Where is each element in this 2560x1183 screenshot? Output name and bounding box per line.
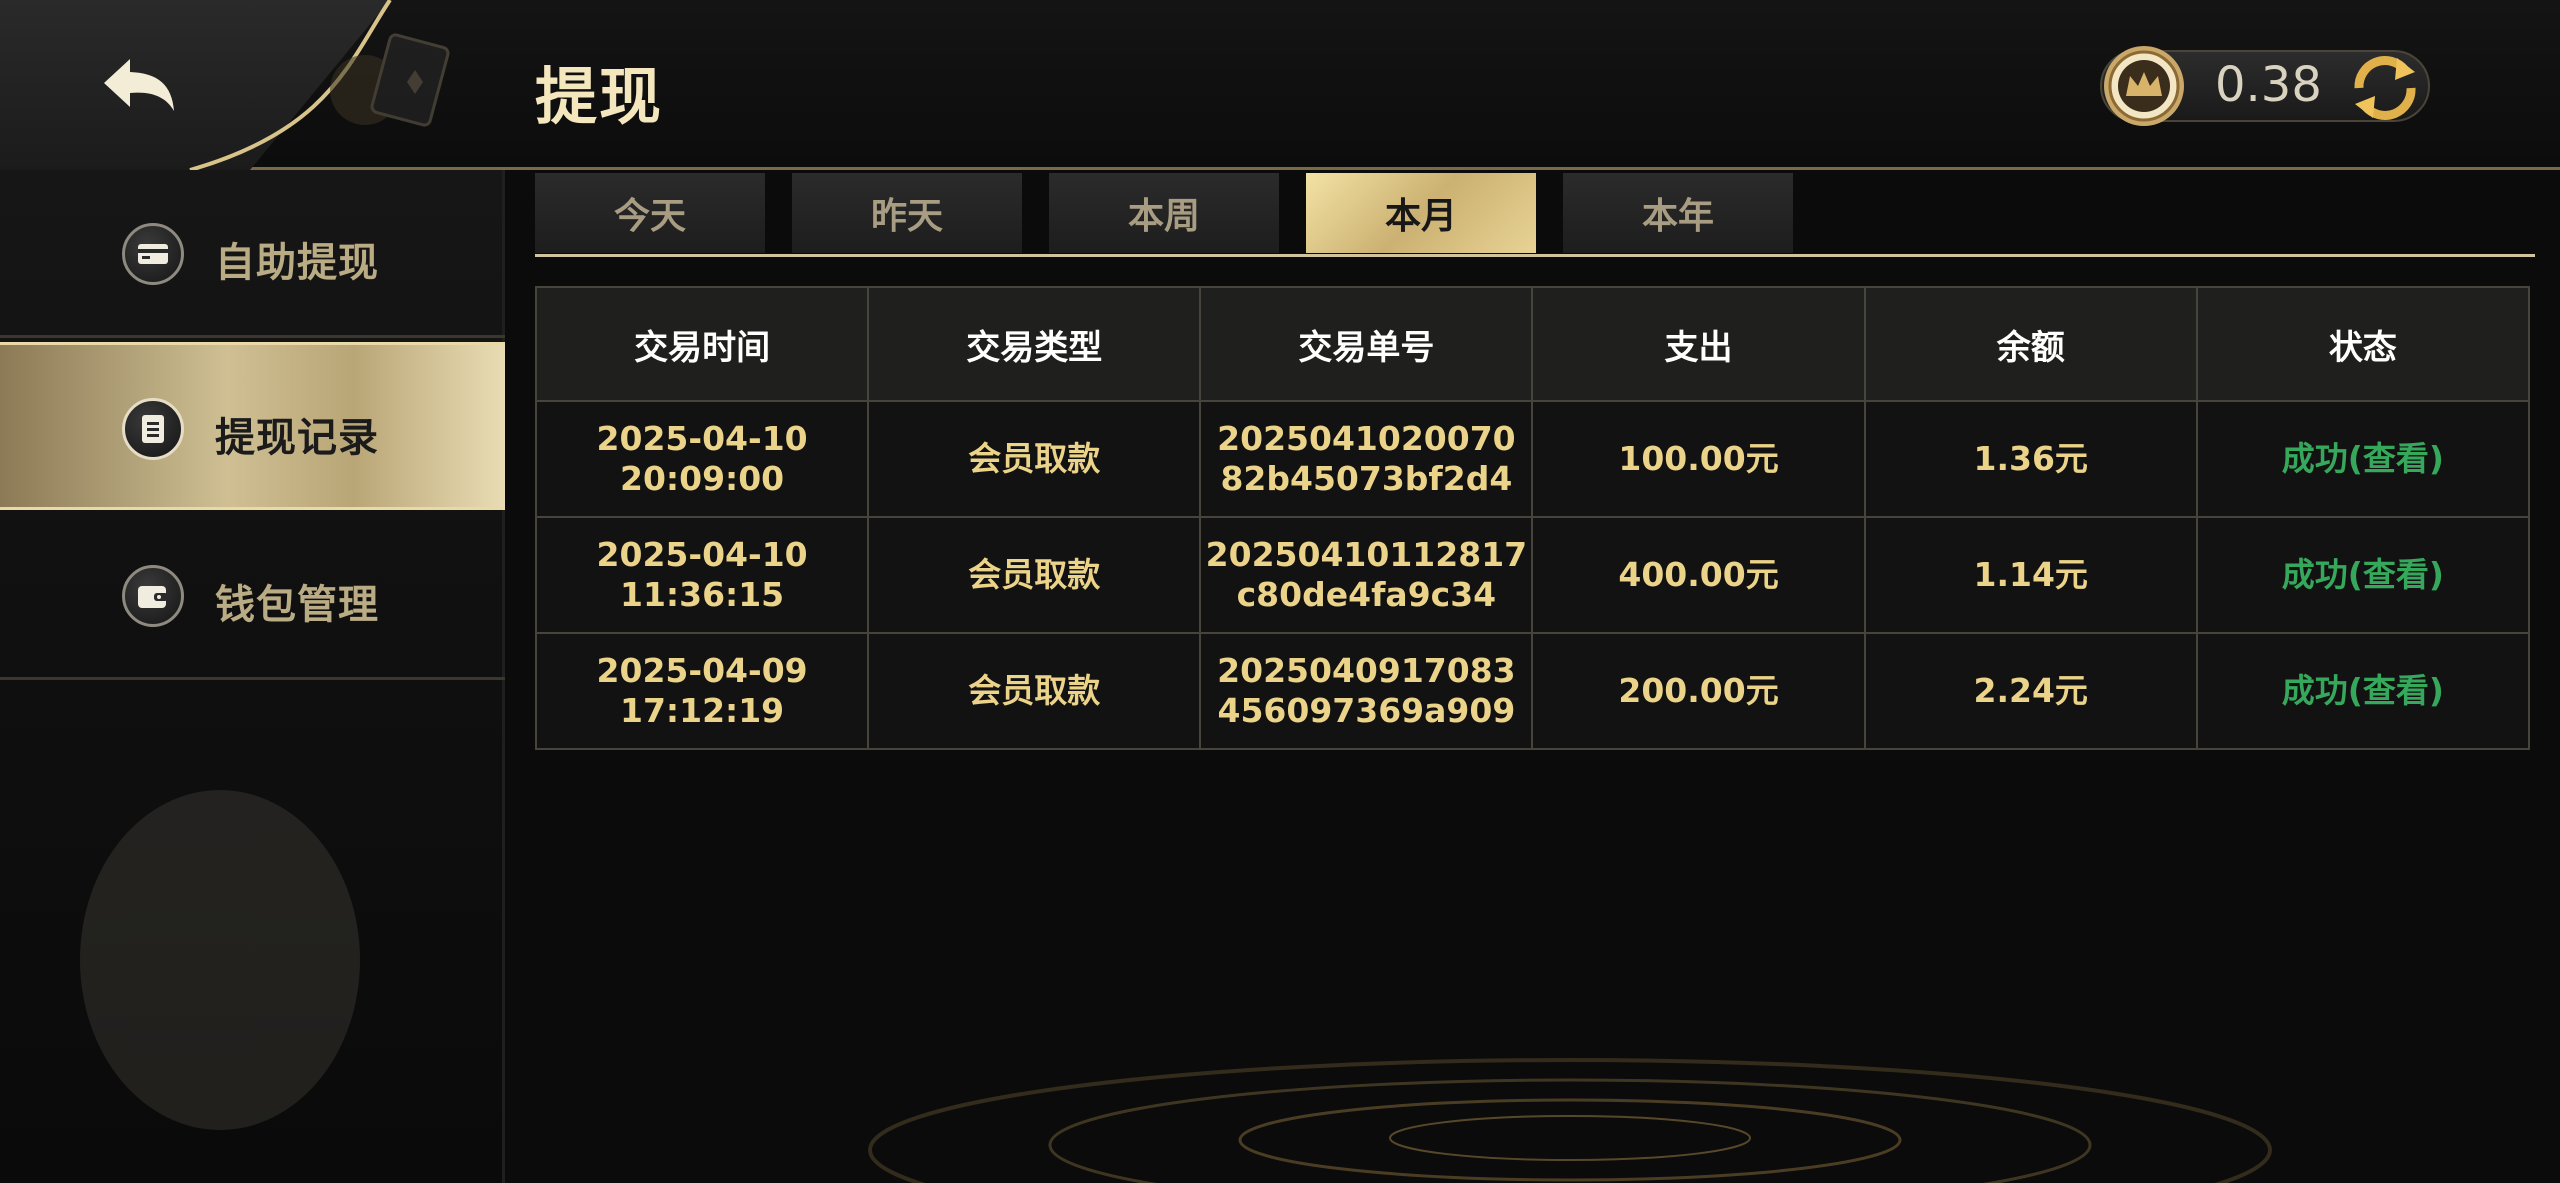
cell-order-part: 456097369a909: [1217, 691, 1516, 730]
column-header-time: 交易时间: [534, 286, 870, 402]
tab-yesterday[interactable]: 昨天: [792, 173, 1022, 253]
tab-today[interactable]: 今天: [535, 173, 765, 253]
cell-order-part: 20250410112817: [1205, 535, 1528, 574]
cell-order-part: 2025040917083: [1217, 651, 1516, 690]
cell-clock: 17:12:19: [619, 691, 785, 730]
status-view-link[interactable]: 成功(查看): [2195, 632, 2531, 750]
sidebar: 自助提现 提现记录 钱包管理: [0, 170, 505, 1183]
cell-date: 2025-04-09: [596, 651, 808, 690]
record-icon: [122, 398, 184, 460]
table-header-row: 交易时间 交易类型 交易单号 支出 余额 状态: [534, 286, 2531, 402]
cell-order: 2025040917083 456097369a909: [1199, 632, 1534, 750]
cell-clock: 20:09:00: [619, 459, 785, 498]
cell-type: 会员取款: [867, 632, 1202, 750]
cell-date: 2025-04-10: [596, 535, 808, 574]
column-header-amount: 支出: [1531, 286, 1866, 402]
refresh-button[interactable]: [2345, 50, 2425, 126]
column-header-type: 交易类型: [867, 286, 1202, 402]
period-tabs: 今天 昨天 本周 本月 本年: [535, 170, 2535, 260]
cell-clock: 11:36:15: [619, 575, 785, 614]
sidebar-item-withdraw-records[interactable]: 提现记录: [0, 342, 505, 510]
column-header-balance: 余额: [1863, 286, 2198, 402]
cell-type: 会员取款: [867, 400, 1202, 518]
cell-order-part: 82b45073bf2d4: [1220, 459, 1513, 498]
back-arrow-icon: [104, 59, 174, 111]
sidebar-item-label: 钱包管理: [215, 582, 379, 628]
status-view-link[interactable]: 成功(查看): [2195, 516, 2531, 634]
page-title: 提现: [535, 60, 664, 133]
tab-this-month[interactable]: 本月: [1306, 173, 1536, 253]
status-view-link[interactable]: 成功(查看): [2195, 400, 2531, 518]
cell-time: 2025-04-10 11:36:15: [534, 516, 870, 634]
cell-order-part: c80de4fa9c34: [1236, 575, 1497, 614]
wallet-icon: [122, 565, 184, 627]
character-watermark-icon: [80, 790, 360, 1130]
header: 提现 0.38: [0, 0, 2560, 170]
cell-order: 2025041020070 82b45073bf2d4: [1199, 400, 1534, 518]
sidebar-item-label: 提现记录: [215, 415, 379, 461]
cell-balance: 1.14元: [1863, 516, 2198, 634]
table-row: 2025-04-10 11:36:15 会员取款 20250410112817 c8…: [534, 516, 2531, 634]
cell-amount: 200.00元: [1531, 632, 1866, 750]
sidebar-item-wallet-manage[interactable]: 钱包管理: [0, 512, 505, 680]
crown-coin-icon: [2104, 46, 2184, 126]
floor-ring-decor: [868, 1058, 2272, 1183]
column-header-status: 状态: [2195, 286, 2531, 402]
cell-balance: 2.24元: [1863, 632, 2198, 750]
cell-balance: 1.36元: [1863, 400, 2198, 518]
card-icon: [122, 223, 184, 285]
cell-order-part: 2025041020070: [1217, 419, 1516, 458]
table-row: 2025-04-09 17:12:19 会员取款 2025040917083 456…: [534, 632, 2531, 750]
column-header-order: 交易单号: [1199, 286, 1534, 402]
cell-time: 2025-04-10 20:09:00: [534, 400, 870, 518]
cell-order: 20250410112817 c80de4fa9c34: [1199, 516, 1534, 634]
cell-type: 会员取款: [867, 516, 1202, 634]
table-row: 2025-04-10 20:09:00 会员取款 2025041020070 82b…: [534, 400, 2531, 518]
cell-amount: 400.00元: [1531, 516, 1866, 634]
tab-this-year[interactable]: 本年: [1563, 173, 1793, 253]
withdraw-records-table: 交易时间 交易类型 交易单号 支出 余额 状态 2025-04-10 20:09:…: [534, 286, 2531, 750]
tabs-underline: [535, 254, 2535, 257]
tab-this-week[interactable]: 本周: [1049, 173, 1279, 253]
balance-amount: 0.38: [2215, 57, 2322, 113]
sidebar-item-self-withdraw[interactable]: 自助提现: [0, 170, 505, 338]
back-button[interactable]: [90, 45, 190, 125]
refresh-icon: [2354, 56, 2416, 120]
cell-date: 2025-04-10: [596, 419, 808, 458]
cell-amount: 100.00元: [1531, 400, 1866, 518]
sidebar-item-label: 自助提现: [215, 240, 379, 286]
cell-time: 2025-04-09 17:12:19: [534, 632, 870, 750]
cards-decor-icon: [330, 33, 450, 127]
